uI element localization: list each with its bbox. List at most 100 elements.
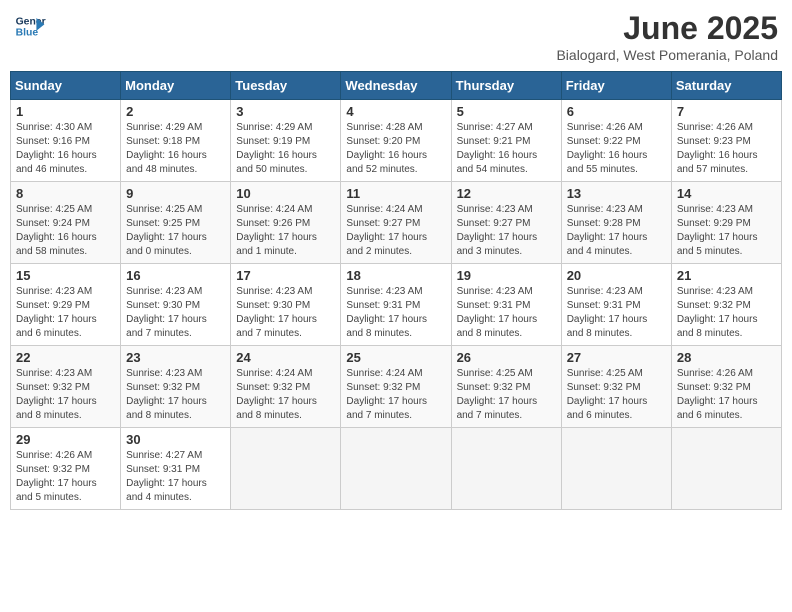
day-number: 28 xyxy=(677,350,776,365)
location-title: Bialogard, West Pomerania, Poland xyxy=(556,47,778,63)
page-header: General Blue June 2025 Bialogard, West P… xyxy=(10,10,782,63)
day-number: 3 xyxy=(236,104,335,119)
header-monday: Monday xyxy=(121,72,231,100)
day-number: 20 xyxy=(567,268,666,283)
day-number: 21 xyxy=(677,268,776,283)
table-row: 26 Sunrise: 4:25 AMSunset: 9:32 PMDayligh… xyxy=(451,346,561,428)
day-number: 16 xyxy=(126,268,225,283)
calendar-header-row: Sunday Monday Tuesday Wednesday Thursday… xyxy=(11,72,782,100)
day-info: Sunrise: 4:29 AMSunset: 9:19 PMDaylight:… xyxy=(236,121,335,177)
svg-text:Blue: Blue xyxy=(16,28,39,39)
table-row: 13Sunrise: 4:23 AMSunset: 9:28 PMDayligh… xyxy=(561,182,671,264)
day-info: Sunrise: 4:23 AMSunset: 9:30 PMDaylight:… xyxy=(126,285,225,341)
day-number: 17 xyxy=(236,268,335,283)
calendar-week-row: 8Sunrise: 4:25 AMSunset: 9:24 PMDaylight… xyxy=(11,182,782,264)
day-info: Sunrise: 4:27 AMSunset: 9:31 PMDaylight:… xyxy=(126,449,225,505)
day-number: 19 xyxy=(457,268,556,283)
logo: General Blue xyxy=(14,10,46,42)
table-row: 23Sunrise: 4:23 AMSunset: 9:32 PMDayligh… xyxy=(121,346,231,428)
day-number: 26 xyxy=(457,350,556,365)
day-number: 6 xyxy=(567,104,666,119)
day-info: Sunrise: 4:25 AMSunset: 9:24 PMDaylight:… xyxy=(16,203,115,259)
day-number: 10 xyxy=(236,186,335,201)
day-info: Sunrise: 4:23 AMSunset: 9:29 PMDaylight:… xyxy=(677,203,776,259)
table-row: 28 Sunrise: 4:26 AMSunset: 9:32 PMDayligh… xyxy=(671,346,781,428)
day-info: Sunrise: 4:26 AMSunset: 9:22 PMDaylight:… xyxy=(567,121,666,177)
table-row: 3 Sunrise: 4:29 AMSunset: 9:19 PMDaylight… xyxy=(231,100,341,182)
table-row: 18Sunrise: 4:23 AMSunset: 9:31 PMDayligh… xyxy=(341,264,451,346)
day-number: 14 xyxy=(677,186,776,201)
day-number: 5 xyxy=(457,104,556,119)
day-info: Sunrise: 4:23 AMSunset: 9:32 PMDaylight:… xyxy=(16,367,115,423)
day-number: 7 xyxy=(677,104,776,119)
day-info: Sunrise: 4:23 AMSunset: 9:28 PMDaylight:… xyxy=(567,203,666,259)
table-row: 6 Sunrise: 4:26 AMSunset: 9:22 PMDaylight… xyxy=(561,100,671,182)
header-sunday: Sunday xyxy=(11,72,121,100)
day-info: Sunrise: 4:26 AMSunset: 9:32 PMDaylight:… xyxy=(16,449,115,505)
table-row: 14 Sunrise: 4:23 AMSunset: 9:29 PMDayligh… xyxy=(671,182,781,264)
day-info: Sunrise: 4:23 AMSunset: 9:31 PMDaylight:… xyxy=(567,285,666,341)
table-row: 11 Sunrise: 4:24 AMSunset: 9:27 PMDayligh… xyxy=(341,182,451,264)
table-row: 15 Sunrise: 4:23 AMSunset: 9:29 PMDayligh… xyxy=(11,264,121,346)
table-row: 21Sunrise: 4:23 AMSunset: 9:32 PMDayligh… xyxy=(671,264,781,346)
day-number: 4 xyxy=(346,104,445,119)
table-row: 4 Sunrise: 4:28 AMSunset: 9:20 PMDaylight… xyxy=(341,100,451,182)
table-row: 12Sunrise: 4:23 AMSunset: 9:27 PMDayligh… xyxy=(451,182,561,264)
calendar-week-row: 22 Sunrise: 4:23 AMSunset: 9:32 PMDayligh… xyxy=(11,346,782,428)
day-info: Sunrise: 4:24 AMSunset: 9:32 PMDaylight:… xyxy=(236,367,335,423)
header-wednesday: Wednesday xyxy=(341,72,451,100)
day-number: 24 xyxy=(236,350,335,365)
day-info: Sunrise: 4:23 AMSunset: 9:29 PMDaylight:… xyxy=(16,285,115,341)
table-row: 8Sunrise: 4:25 AMSunset: 9:24 PMDaylight… xyxy=(11,182,121,264)
day-info: Sunrise: 4:26 AMSunset: 9:32 PMDaylight:… xyxy=(677,367,776,423)
day-number: 27 xyxy=(567,350,666,365)
day-info: Sunrise: 4:26 AMSunset: 9:23 PMDaylight:… xyxy=(677,121,776,177)
day-info: Sunrise: 4:28 AMSunset: 9:20 PMDaylight:… xyxy=(346,121,445,177)
day-info: Sunrise: 4:23 AMSunset: 9:30 PMDaylight:… xyxy=(236,285,335,341)
table-row xyxy=(231,428,341,510)
day-number: 22 xyxy=(16,350,115,365)
day-number: 9 xyxy=(126,186,225,201)
day-number: 2 xyxy=(126,104,225,119)
table-row: 9Sunrise: 4:25 AMSunset: 9:25 PMDaylight… xyxy=(121,182,231,264)
day-number: 1 xyxy=(16,104,115,119)
table-row: 7 Sunrise: 4:26 AMSunset: 9:23 PMDaylight… xyxy=(671,100,781,182)
calendar-table: Sunday Monday Tuesday Wednesday Thursday… xyxy=(10,71,782,510)
table-row: 16 Sunrise: 4:23 AMSunset: 9:30 PMDayligh… xyxy=(121,264,231,346)
day-number: 25 xyxy=(346,350,445,365)
calendar-week-row: 15 Sunrise: 4:23 AMSunset: 9:29 PMDayligh… xyxy=(11,264,782,346)
day-number: 11 xyxy=(346,186,445,201)
table-row: 27 Sunrise: 4:25 AMSunset: 9:32 PMDayligh… xyxy=(561,346,671,428)
table-row: 30 Sunrise: 4:27 AMSunset: 9:31 PMDayligh… xyxy=(121,428,231,510)
table-row: 19 Sunrise: 4:23 AMSunset: 9:31 PMDayligh… xyxy=(451,264,561,346)
day-number: 15 xyxy=(16,268,115,283)
day-info: Sunrise: 4:24 AMSunset: 9:32 PMDaylight:… xyxy=(346,367,445,423)
day-info: Sunrise: 4:23 AMSunset: 9:31 PMDaylight:… xyxy=(457,285,556,341)
day-number: 29 xyxy=(16,432,115,447)
table-row: 1Sunrise: 4:30 AMSunset: 9:16 PMDaylight… xyxy=(11,100,121,182)
day-number: 12 xyxy=(457,186,556,201)
day-info: Sunrise: 4:25 AMSunset: 9:32 PMDaylight:… xyxy=(457,367,556,423)
table-row: 22 Sunrise: 4:23 AMSunset: 9:32 PMDayligh… xyxy=(11,346,121,428)
day-number: 30 xyxy=(126,432,225,447)
day-info: Sunrise: 4:24 AMSunset: 9:26 PMDaylight:… xyxy=(236,203,335,259)
calendar-week-row: 29 Sunrise: 4:26 AMSunset: 9:32 PMDayligh… xyxy=(11,428,782,510)
month-title: June 2025 xyxy=(556,10,778,47)
table-row: 20 Sunrise: 4:23 AMSunset: 9:31 PMDayligh… xyxy=(561,264,671,346)
table-row: 17 Sunrise: 4:23 AMSunset: 9:30 PMDayligh… xyxy=(231,264,341,346)
day-info: Sunrise: 4:25 AMSunset: 9:32 PMDaylight:… xyxy=(567,367,666,423)
table-row xyxy=(451,428,561,510)
table-row: 10 Sunrise: 4:24 AMSunset: 9:26 PMDayligh… xyxy=(231,182,341,264)
table-row: 2Sunrise: 4:29 AMSunset: 9:18 PMDaylight… xyxy=(121,100,231,182)
table-row: 29 Sunrise: 4:26 AMSunset: 9:32 PMDayligh… xyxy=(11,428,121,510)
header-tuesday: Tuesday xyxy=(231,72,341,100)
logo-icon: General Blue xyxy=(14,10,46,42)
day-info: Sunrise: 4:24 AMSunset: 9:27 PMDaylight:… xyxy=(346,203,445,259)
table-row xyxy=(341,428,451,510)
header-friday: Friday xyxy=(561,72,671,100)
calendar-week-row: 1Sunrise: 4:30 AMSunset: 9:16 PMDaylight… xyxy=(11,100,782,182)
day-info: Sunrise: 4:23 AMSunset: 9:31 PMDaylight:… xyxy=(346,285,445,341)
header-thursday: Thursday xyxy=(451,72,561,100)
title-area: June 2025 Bialogard, West Pomerania, Pol… xyxy=(556,10,778,63)
table-row xyxy=(561,428,671,510)
